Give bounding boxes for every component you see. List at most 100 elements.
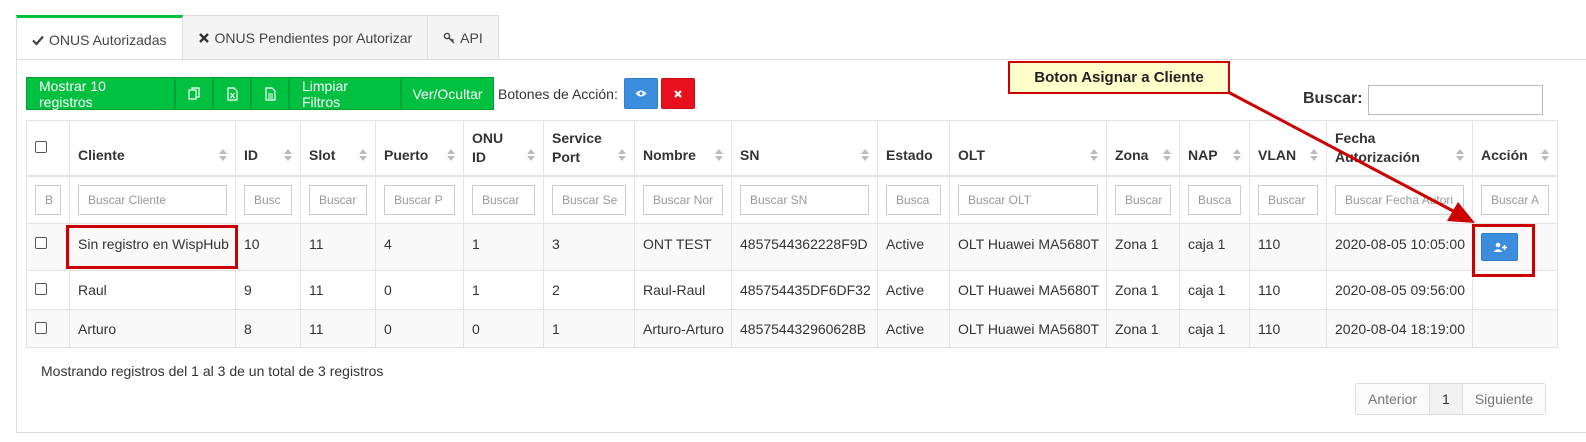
header-vlan[interactable]: VLAN xyxy=(1249,120,1327,177)
cell-accion xyxy=(1472,309,1558,348)
header-cliente[interactable]: Cliente xyxy=(69,120,236,177)
table-row[interactable]: Raul 9 11 0 1 2 Raul-Raul 485754435DF6DF… xyxy=(26,270,1558,310)
search-input[interactable] xyxy=(1368,85,1543,115)
header-slot[interactable]: Slot xyxy=(300,120,376,177)
cell-nap: caja 1 xyxy=(1179,223,1250,271)
header-line: Service xyxy=(552,129,602,146)
filter-input-select[interactable]: B xyxy=(35,184,61,215)
filter-input-sn[interactable]: Buscar SN xyxy=(740,184,869,215)
annotation-callout: Boton Asignar a Cliente xyxy=(1008,61,1230,94)
table-row[interactable]: Arturo 8 11 0 0 1 Arturo-Arturo 48575443… xyxy=(26,309,1558,348)
filter-input-fecha[interactable]: Buscar Fecha Autori xyxy=(1335,184,1464,215)
header-id[interactable]: ID xyxy=(235,120,301,177)
filter-input-accion[interactable]: Buscar A xyxy=(1481,184,1549,215)
header-nap[interactable]: NAP xyxy=(1179,120,1250,177)
row-checkbox[interactable] xyxy=(35,237,47,249)
table-toolbar: Mostrar 10 registros Limpiar Filtros Ver… xyxy=(26,77,494,110)
cell-olt: OLT Huawei MA5680T xyxy=(949,309,1107,348)
header-accion[interactable]: Acción xyxy=(1472,120,1558,177)
cell-vlan: 110 xyxy=(1249,270,1327,310)
annotation-highlight-action xyxy=(1472,224,1535,277)
sort-icon xyxy=(861,148,869,161)
filter-input-zona[interactable]: Buscar xyxy=(1115,184,1171,215)
view-action-button[interactable] xyxy=(624,78,658,109)
tab-onus-autorizadas[interactable]: ONUS Autorizadas xyxy=(16,15,183,61)
sort-icon xyxy=(527,148,535,161)
cell-id: 10 xyxy=(235,223,301,271)
show-records-button[interactable]: Mostrar 10 registros xyxy=(26,77,175,110)
sort-icon xyxy=(447,148,455,161)
page-1-button[interactable]: 1 xyxy=(1429,384,1462,414)
x-icon xyxy=(198,33,209,43)
onus-table: Cliente ID Slot Puerto ONU ID Service Port… xyxy=(26,120,1558,348)
prev-page-button[interactable]: Anterior xyxy=(1356,384,1430,414)
filter-input-puerto[interactable]: Buscar P xyxy=(384,184,455,215)
cell-onu-id: 1 xyxy=(463,223,544,271)
cell-puerto: 4 xyxy=(375,223,464,271)
cell-slot: 11 xyxy=(300,223,376,271)
cell-nombre: Arturo-Arturo xyxy=(634,309,732,348)
cell-service-port: 1 xyxy=(543,309,635,348)
sort-icon xyxy=(359,148,367,161)
header-estado[interactable]: Estado xyxy=(877,120,950,177)
cell-zona: Zona 1 xyxy=(1106,270,1180,310)
table-row[interactable]: Sin registro en WispHub 10 11 4 1 3 ONT … xyxy=(26,223,1558,271)
eye-icon xyxy=(635,90,647,97)
filter-input-estado[interactable]: Busca xyxy=(886,184,941,215)
header-service-port[interactable]: Service Port xyxy=(543,120,635,177)
copy-button[interactable] xyxy=(175,77,213,110)
tab-label: ONUS Pendientes por Autorizar xyxy=(214,30,413,46)
tab-divider xyxy=(16,59,1586,60)
cell-id: 9 xyxy=(235,270,301,310)
cell-vlan: 110 xyxy=(1249,309,1327,348)
cell-service-port: 3 xyxy=(543,223,635,271)
cell-fecha: 2020-08-05 10:05:00 xyxy=(1326,223,1473,271)
cell-olt: OLT Huawei MA5680T xyxy=(949,223,1107,271)
delete-action-button[interactable] xyxy=(661,78,695,109)
cell-nombre: ONT TEST xyxy=(634,223,732,271)
records-info: Mostrando registros del 1 al 3 de un tot… xyxy=(41,363,384,379)
select-all-checkbox[interactable] xyxy=(35,140,47,153)
row-checkbox[interactable] xyxy=(35,283,47,295)
excel-button[interactable] xyxy=(213,77,251,110)
filter-input-id[interactable]: Busc xyxy=(244,184,292,215)
cell-cliente: Arturo xyxy=(69,309,236,348)
header-olt[interactable]: OLT xyxy=(949,120,1107,177)
cell-fecha: 2020-08-05 09:56:00 xyxy=(1326,270,1473,310)
cell-zona: Zona 1 xyxy=(1106,223,1180,271)
filter-input-onu-id[interactable]: Buscar xyxy=(472,184,535,215)
filter-input-slot[interactable]: Buscar xyxy=(309,184,367,215)
cell-fecha: 2020-08-04 18:19:00 xyxy=(1326,309,1473,348)
next-page-button[interactable]: Siguiente xyxy=(1461,384,1546,414)
cell-estado: Active xyxy=(877,223,950,271)
sort-icon xyxy=(715,148,723,161)
filter-input-cliente[interactable]: Buscar Cliente xyxy=(78,184,227,215)
key-icon xyxy=(443,32,455,44)
panel-border-bottom xyxy=(16,432,1586,433)
toggle-columns-button[interactable]: Ver/Ocultar xyxy=(401,77,494,110)
filter-input-vlan[interactable]: Buscar xyxy=(1258,184,1318,215)
clear-filters-button[interactable]: Limpiar Filtros xyxy=(289,77,401,110)
filter-input-nap[interactable]: Busca xyxy=(1188,184,1241,215)
tab-api[interactable]: API xyxy=(428,15,499,60)
filter-input-olt[interactable]: Buscar OLT xyxy=(958,184,1098,215)
row-checkbox[interactable] xyxy=(35,321,47,334)
x-icon xyxy=(674,89,682,98)
filter-input-nombre[interactable]: Buscar Nor xyxy=(643,184,723,215)
header-puerto[interactable]: Puerto xyxy=(375,120,464,177)
pdf-button[interactable] xyxy=(251,77,289,110)
cell-nap: caja 1 xyxy=(1179,309,1250,348)
header-line: ONU xyxy=(472,129,504,146)
header-zona[interactable]: Zona xyxy=(1106,120,1180,177)
header-sn[interactable]: SN xyxy=(731,120,878,177)
tab-onus-pendientes[interactable]: ONUS Pendientes por Autorizar xyxy=(182,15,429,60)
panel-border xyxy=(16,60,17,432)
sort-icon xyxy=(1310,148,1318,161)
header-onu-id[interactable]: ONU ID xyxy=(463,120,544,177)
filter-input-service-port[interactable]: Buscar Se xyxy=(552,184,626,215)
header-line: Fecha xyxy=(1335,129,1376,146)
header-row: Cliente ID Slot Puerto ONU ID Service Port… xyxy=(26,120,1558,177)
header-nombre[interactable]: Nombre xyxy=(634,120,732,177)
header-fecha[interactable]: Fecha Autorización xyxy=(1326,120,1473,177)
header-line: ID xyxy=(472,148,486,165)
